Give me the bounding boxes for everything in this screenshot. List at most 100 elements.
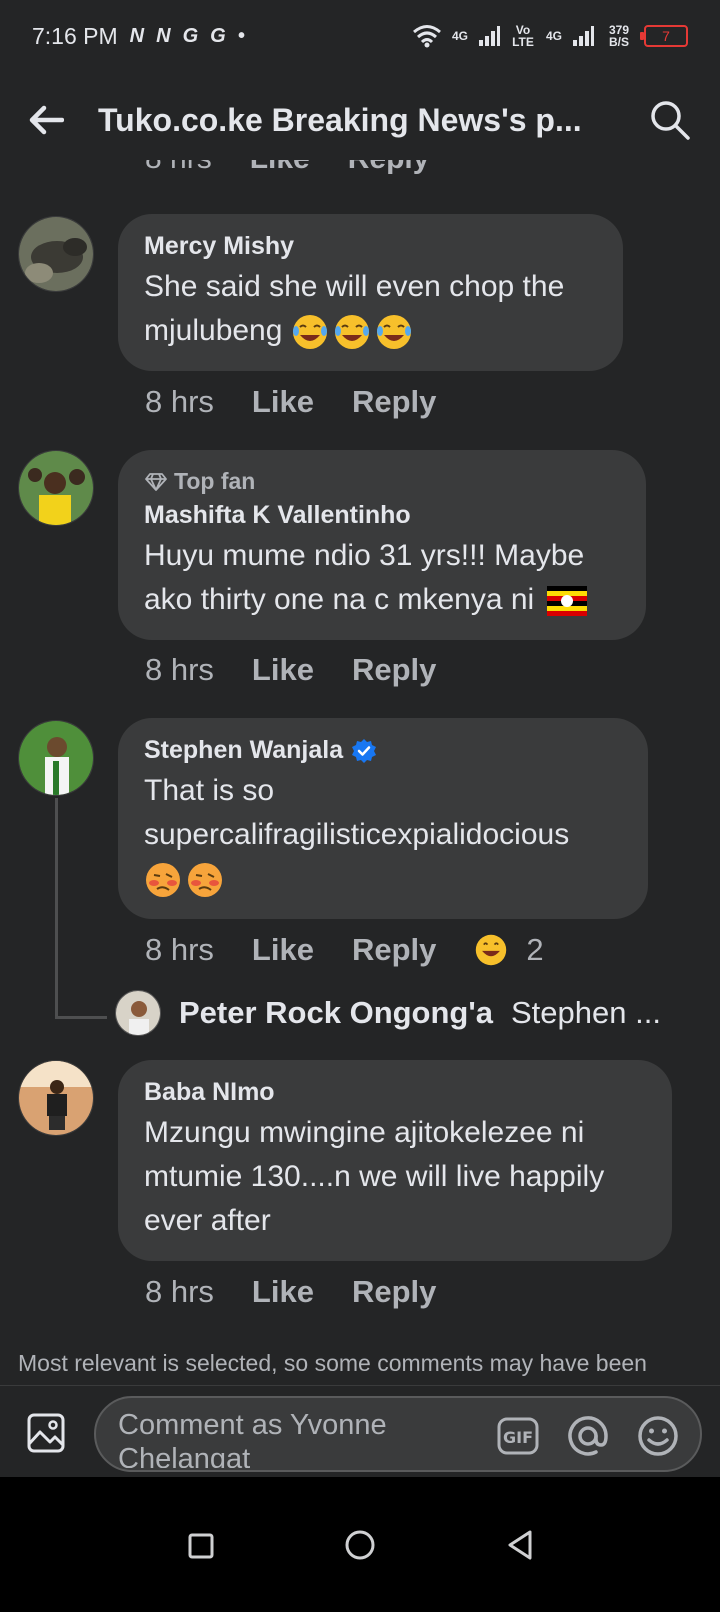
gif-icon: GIF: [497, 1417, 539, 1455]
notification-icon: N: [129, 24, 145, 47]
status-bar: 7:16 PM N N G G • 4G Vo LTE 4G 379 B/S 7: [0, 0, 720, 72]
data-speed: 379 B/S: [608, 23, 630, 49]
comment-input-placeholder[interactable]: Comment as Yvonne Chelangat: [118, 1408, 458, 1468]
comment-author[interactable]: Stephen Wanjala: [144, 736, 622, 765]
photo-button[interactable]: [26, 1412, 66, 1454]
back-nav-button[interactable]: [502, 1527, 538, 1563]
comment-composer: Comment as Yvonne Chelangat GIF: [0, 1385, 720, 1477]
notification-icon: G: [210, 24, 226, 47]
comment-text: She said she will even chop the mjuluben…: [144, 265, 597, 353]
avatar[interactable]: [18, 1060, 94, 1136]
comment-actions-partial: 8 hrs Like Reply: [145, 160, 429, 176]
avatar[interactable]: [18, 720, 94, 796]
thread-line: [55, 798, 58, 1018]
network-type: 4G: [451, 29, 468, 43]
like-button[interactable]: Like: [250, 160, 310, 176]
home-button[interactable]: [342, 1527, 378, 1563]
comment-actions: 8 hrs Like Reply: [145, 652, 436, 688]
arrow-left-icon: [29, 105, 64, 135]
reply-button[interactable]: Reply: [352, 1274, 436, 1310]
back-button[interactable]: [28, 100, 68, 140]
notification-icon: N: [156, 24, 171, 47]
reply-snippet: Stephen ...: [510, 995, 661, 1030]
top-app-bar: Tuko.co.ke Breaking News's p...: [0, 72, 720, 168]
gif-label: GIF: [503, 1428, 533, 1447]
comment-bubble[interactable]: Top fan Mashifta K Vallentinho Huyu mume…: [118, 450, 646, 640]
top-fan-badge: Top fan: [144, 468, 620, 495]
gif-button[interactable]: GIF: [496, 1414, 540, 1458]
badge-label: Top fan: [174, 468, 256, 494]
wifi-icon: [413, 25, 441, 48]
signal-icon: [478, 26, 500, 46]
search-icon: [651, 101, 690, 140]
comment-bubble[interactable]: Baba NImo Mzungu mwingine ajitokelezee n…: [118, 1060, 672, 1261]
comment-text: Huyu mume ndio 31 yrs!!! Maybe ako thirt…: [144, 534, 620, 622]
comment-author[interactable]: Baba NImo: [144, 1078, 646, 1107]
recents-button[interactable]: [182, 1527, 218, 1563]
verified-badge-icon: [352, 738, 377, 763]
search-button[interactable]: [648, 98, 692, 142]
woozy-face-emoji-icon: [188, 863, 222, 898]
avatar[interactable]: [115, 990, 161, 1036]
comment-actions: 8 hrs Like Reply: [145, 384, 436, 420]
author-name[interactable]: Mercy Mishy: [144, 232, 294, 261]
comment-actions: 8 hrs Like Reply: [145, 1274, 436, 1310]
signal-icon: [573, 26, 594, 46]
network-type: 4G: [545, 29, 562, 43]
diamond-icon: [145, 472, 167, 491]
comment-bubble[interactable]: Stephen Wanjala That is so supercalifrag…: [118, 718, 648, 919]
status-time: 7:16 PM: [32, 22, 118, 49]
notification-icon: G: [182, 24, 199, 47]
triangle-back-icon: [508, 1530, 532, 1559]
author-name[interactable]: Stephen Wanjala: [144, 736, 343, 765]
mention-button[interactable]: [566, 1414, 610, 1458]
circle-icon: [345, 1530, 375, 1559]
comment-text: That is so supercalifragilisticexpialido…: [144, 769, 622, 901]
author-name[interactable]: Mashifta K Vallentinho: [144, 501, 411, 530]
like-button[interactable]: Like: [252, 1274, 314, 1310]
comment-input[interactable]: Comment as Yvonne Chelangat GIF: [94, 1396, 702, 1472]
relevance-notice: Most relevant is selected, so some comme…: [18, 1350, 647, 1376]
avatar[interactable]: [18, 216, 94, 292]
system-navigation-bar: [0, 1477, 720, 1612]
like-button[interactable]: Like: [252, 652, 314, 688]
image-icon: [27, 1413, 65, 1453]
reply-button[interactable]: Reply: [352, 384, 436, 420]
like-button[interactable]: Like: [252, 932, 314, 968]
at-sign-icon: [568, 1416, 608, 1456]
smiley-icon: [638, 1416, 678, 1456]
reply-button[interactable]: Reply: [352, 652, 436, 688]
reply-preview[interactable]: Peter Rock Ongong'a Stephen ...: [115, 990, 661, 1036]
like-button[interactable]: Like: [252, 384, 314, 420]
avatar[interactable]: [18, 450, 94, 526]
comment-author[interactable]: Mashifta K Vallentinho: [144, 501, 620, 530]
notification-dot: •: [237, 24, 245, 47]
comment-bubble[interactable]: Mercy Mishy She said she will even chop …: [118, 214, 623, 371]
reply-button[interactable]: Reply: [352, 932, 436, 968]
reaction-summary[interactable]: 2: [474, 932, 544, 968]
comment-time: 8 hrs: [145, 1274, 214, 1309]
reply-button[interactable]: Reply: [348, 160, 430, 176]
comment-actions: 8 hrs Like Reply 2: [145, 932, 544, 968]
uganda-flag-icon: [546, 586, 587, 617]
thread-line: [55, 1016, 107, 1019]
laughing-tears-emoji-icon: [376, 315, 411, 350]
emoji-button[interactable]: [636, 1414, 680, 1458]
reply-author[interactable]: Peter Rock Ongong'a: [179, 995, 493, 1031]
square-icon: [188, 1533, 214, 1558]
comment-time: 8 hrs: [145, 932, 214, 967]
battery-icon: 7: [640, 25, 688, 47]
comment-time: 8 hrs: [145, 652, 214, 687]
battery-level: 7: [662, 28, 670, 44]
page-title: Tuko.co.ke Breaking News's p...: [98, 101, 582, 138]
comment-author[interactable]: Mercy Mishy: [144, 232, 597, 261]
grinning-sweat-emoji-icon: [476, 934, 507, 966]
comment-time: 8 hrs: [145, 160, 212, 176]
laughing-tears-emoji-icon: [292, 315, 327, 350]
woozy-face-emoji-icon: [146, 863, 180, 898]
comment-text: Mzungu mwingine ajitokelezee ni mtumie 1…: [144, 1116, 605, 1237]
laughing-tears-emoji-icon: [334, 315, 369, 350]
comments-list[interactable]: 8 hrs Like Reply Mercy Mishy She said sh…: [0, 160, 720, 1385]
author-name[interactable]: Baba NImo: [144, 1078, 275, 1107]
reaction-count: 2: [526, 932, 544, 967]
